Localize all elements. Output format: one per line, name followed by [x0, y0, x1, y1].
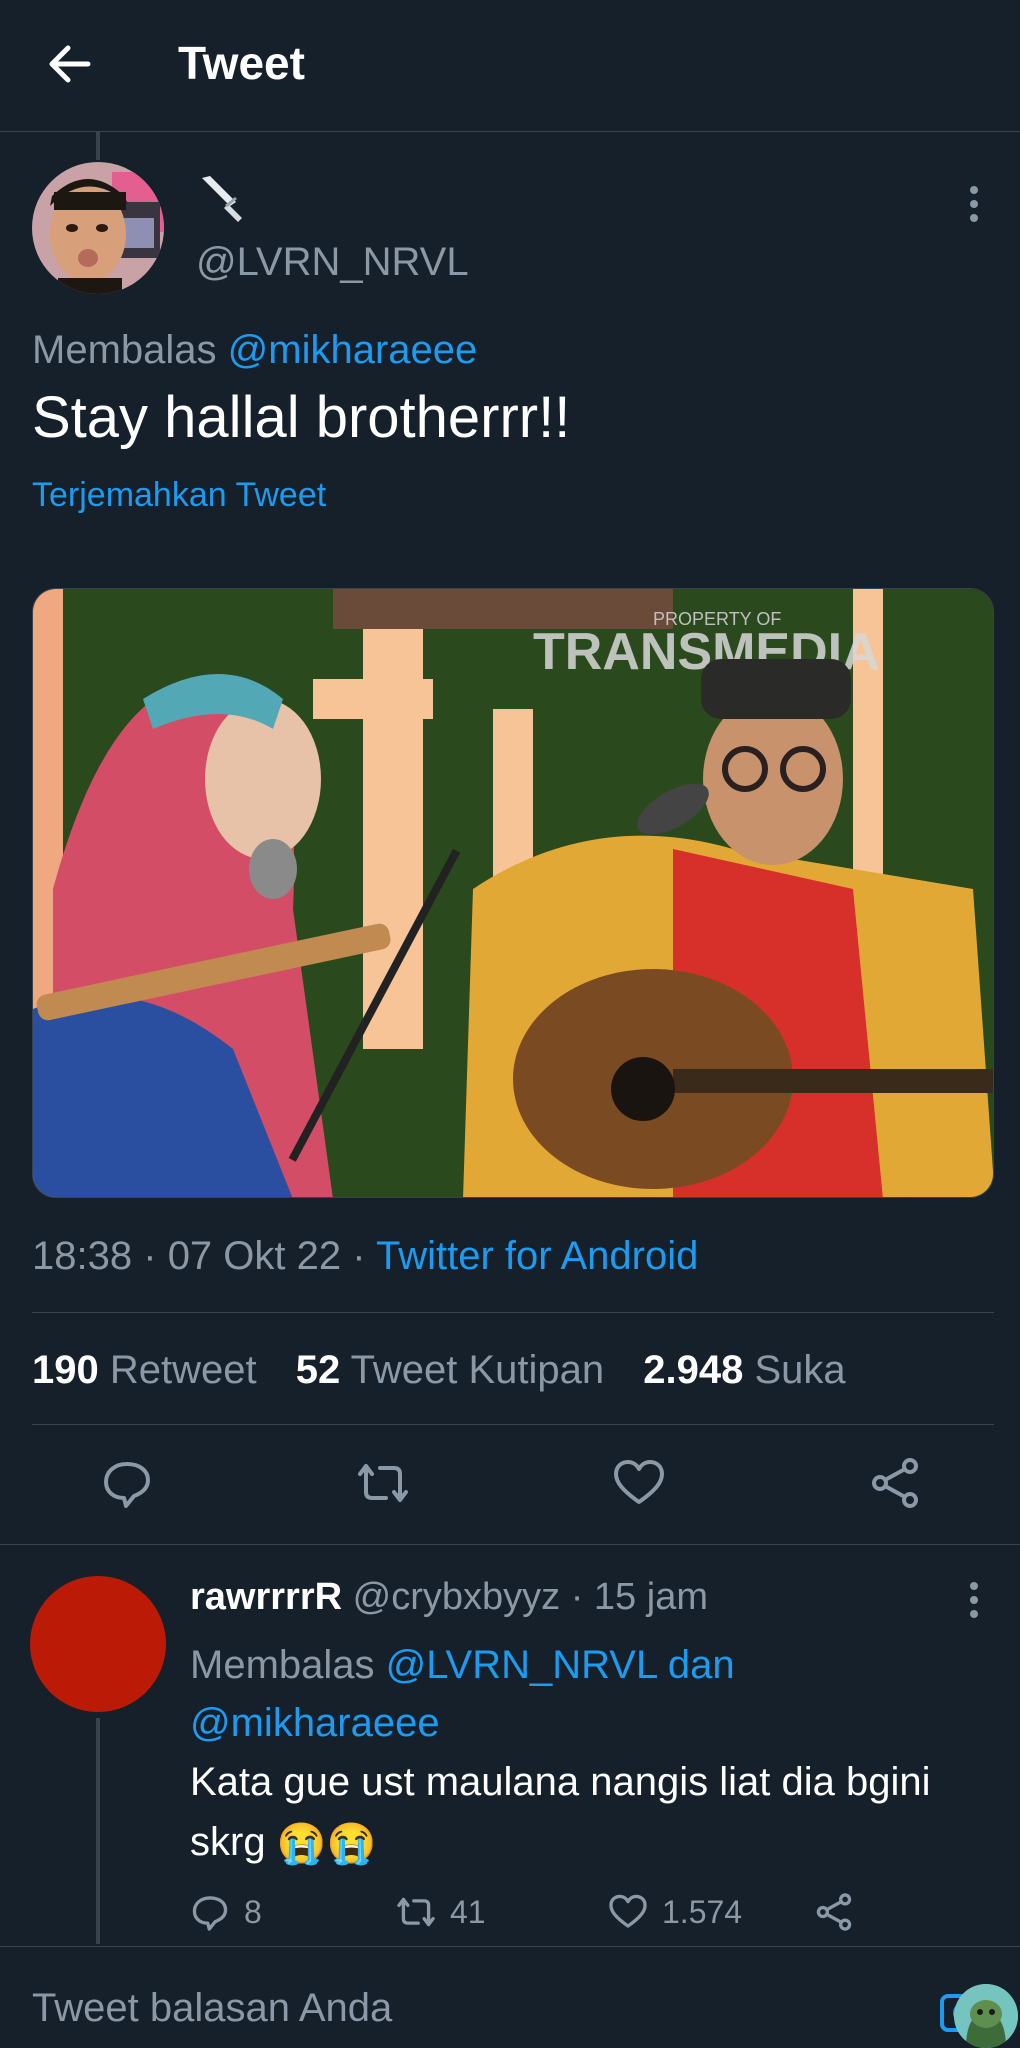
thread-line: [96, 1718, 100, 1944]
retweet-button[interactable]: 41: [396, 1886, 486, 1938]
heart-icon: [609, 1894, 647, 1928]
reply-header: rawrrrrR @crybxbyyz · 15 jam: [190, 1576, 708, 1619]
like-button[interactable]: 1.574: [608, 1886, 742, 1938]
author-avatar[interactable]: [32, 162, 164, 294]
divider: [32, 1312, 994, 1313]
meta-separator: ·: [143, 1234, 157, 1278]
quote-count: 52: [295, 1348, 341, 1392]
retweet-label: Retweet: [109, 1348, 257, 1392]
heart-icon[interactable]: [612, 1456, 666, 1510]
replying-to: Membalas @mikharaeee: [32, 328, 477, 373]
retweet-count: 190: [32, 1348, 99, 1392]
divider: [0, 1946, 1020, 1947]
retweet-icon: [397, 1897, 435, 1927]
replying-to-joiner: dan: [667, 1643, 735, 1687]
retweet-count-link[interactable]: 190 Retweet: [32, 1348, 257, 1392]
divider: [0, 1544, 1020, 1545]
crying-face-emoji: 😭😭: [276, 1822, 377, 1867]
more-options-icon[interactable]: [956, 182, 992, 226]
reply-author-avatar[interactable]: [30, 1576, 166, 1712]
reply-tweet-text: Kata gue ust maulana nangis liat dia bgi…: [190, 1752, 970, 1874]
tweet-stats: 190 Retweet 52 Tweet Kutipan 2.948 Suka: [32, 1348, 874, 1393]
thread-line: [96, 132, 100, 160]
divider: [32, 1424, 994, 1425]
reply-composer-input[interactable]: Tweet balasan Anda: [32, 1986, 392, 2031]
replying-to-link[interactable]: @mikharaeee: [228, 328, 478, 372]
back-arrow-icon[interactable]: [44, 38, 96, 90]
like-count: 1.574: [662, 1893, 743, 1930]
more-options-icon[interactable]: [956, 1578, 992, 1622]
reply-author-name[interactable]: rawrrrrR: [190, 1576, 342, 1618]
replying-to-link[interactable]: @LVRN_NRVL: [386, 1643, 657, 1687]
share-icon[interactable]: [868, 1456, 922, 1510]
reply-time: 15 jam: [593, 1576, 708, 1618]
tweet-action-bar: [0, 1454, 1020, 1518]
reply-count: 8: [244, 1893, 262, 1930]
tweet-text: Stay hallal brotherrr!!: [32, 385, 571, 450]
like-count-link[interactable]: 2.948 Suka: [643, 1348, 845, 1392]
replying-to-link[interactable]: @mikharaeee: [190, 1701, 440, 1745]
tweet-timestamp: 18:38 · 07 Okt 22 · Twitter for Android: [32, 1234, 698, 1279]
meta-separator: ·: [570, 1576, 584, 1618]
translate-tweet-link[interactable]: Terjemahkan Tweet: [32, 476, 326, 515]
reply-icon: [192, 1896, 228, 1931]
share-button[interactable]: [814, 1886, 868, 1938]
user-avatar[interactable]: [954, 1984, 1018, 2048]
like-count: 2.948: [643, 1348, 744, 1392]
retweet-icon[interactable]: [356, 1456, 410, 1510]
tweet-source-link[interactable]: Twitter for Android: [376, 1234, 698, 1278]
author-handle[interactable]: @LVRN_NRVL: [196, 240, 469, 285]
retweet-count: 41: [450, 1893, 486, 1930]
replying-to-label: Membalas: [190, 1643, 375, 1687]
page-title: Tweet: [178, 37, 305, 89]
like-label: Suka: [754, 1348, 846, 1392]
reply-button[interactable]: 8: [190, 1886, 262, 1938]
knife-icon: [196, 172, 248, 224]
reply-icon[interactable]: [100, 1456, 154, 1510]
quote-label: Tweet Kutipan: [350, 1348, 605, 1392]
share-icon: [816, 1893, 852, 1931]
reply-replying-to: Membalas @LVRN_NRVL dan @mikharaeee: [190, 1636, 970, 1752]
tweet-media-image[interactable]: PROPERTY OF TRANSMEDIA: [32, 588, 994, 1198]
reply-action-bar: 8 41 1.574: [190, 1886, 970, 1938]
meta-separator: ·: [352, 1234, 366, 1278]
quote-count-link[interactable]: 52 Tweet Kutipan: [296, 1348, 604, 1392]
replying-to-label: Membalas: [32, 328, 217, 372]
tweet-time: 18:38: [32, 1234, 133, 1278]
reply-author-handle[interactable]: @crybxbyyz: [353, 1576, 561, 1618]
tweet-date: 07 Okt 22: [167, 1234, 342, 1278]
top-app-bar: Tweet: [0, 0, 1020, 132]
